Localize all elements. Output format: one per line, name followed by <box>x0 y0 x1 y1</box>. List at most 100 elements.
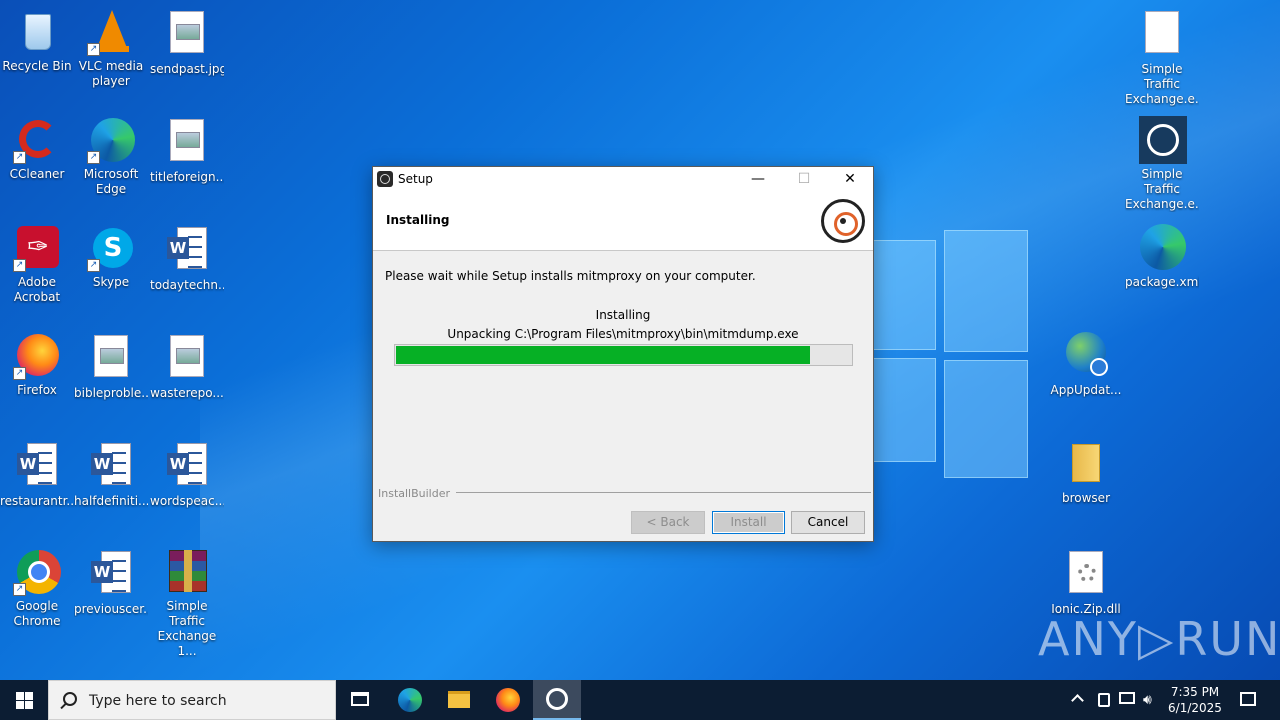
usb-device-icon <box>1098 693 1110 707</box>
tray-network-icon[interactable] <box>1116 680 1138 720</box>
desktop-icon-skype[interactable]: S ↗ Skype <box>74 224 148 290</box>
back-button[interactable]: < Back <box>631 511 705 534</box>
firefox-icon <box>496 688 520 712</box>
desktop-icon-vlc[interactable]: ↗ VLC media player <box>74 8 148 89</box>
word-doc-icon: W <box>13 443 61 491</box>
desktop-icon-label: Skype <box>92 275 130 289</box>
chevron-up-icon <box>1071 694 1084 707</box>
desktop-icon-simple-traffic-exchange-rar[interactable]: Simple Traffic Exchange 1... <box>150 548 224 659</box>
task-view-icon <box>351 692 369 706</box>
desktop-icon-label: Firefox <box>17 383 57 397</box>
start-button[interactable] <box>0 680 48 720</box>
desktop-icon-label: titleforeign.... <box>150 170 224 184</box>
skype-icon: S ↗ <box>87 224 135 272</box>
desktop-icon-label: AppUpdat... <box>1050 383 1122 397</box>
installbuilder-divider: InstallBuilder <box>378 487 871 500</box>
desktop-icon-ionic-zip-dll[interactable]: Ionic.Zip.dll <box>1049 548 1123 617</box>
acrobat-icon: ✑ ↗ <box>13 224 61 272</box>
desktop-icon-microsoft-edge[interactable]: ↗ Microsoft Edge <box>74 116 148 197</box>
image-file-icon <box>163 119 211 167</box>
desktop-icon-label: package.xml <box>1125 275 1199 289</box>
desktop-icon-label: previouscer... <box>74 602 148 616</box>
edge-icon <box>1138 224 1186 272</box>
desktop-icon-appupdat[interactable]: AppUpdat... <box>1049 332 1123 398</box>
desktop-icon-label: Simple Traffic Exchange 1... <box>157 599 217 658</box>
install-status: Installing <box>595 308 651 322</box>
desktop-icon-wasterepo[interactable]: wasterepo... <box>150 332 224 401</box>
search-icon <box>63 692 77 706</box>
winrar-icon <box>163 548 211 596</box>
image-file-icon <box>163 335 211 383</box>
dll-file-icon <box>1062 551 1110 599</box>
desktop-icon-adobe-acrobat[interactable]: ✑ ↗ Adobe Acrobat <box>0 224 74 305</box>
desktop-icon-halfdefiniti[interactable]: W halfdefiniti... <box>74 440 148 509</box>
desktop-icon-package-xml[interactable]: package.xml <box>1125 224 1199 290</box>
desktop-icon-ccleaner[interactable]: ↗ CCleaner <box>0 116 74 182</box>
desktop-icon-browser-folder[interactable]: browser <box>1049 440 1123 506</box>
taskbar-search-box[interactable]: Type here to search <box>48 680 336 720</box>
notification-icon <box>1240 692 1256 706</box>
desktop-icon-bibleproble[interactable]: bibleproble... <box>74 332 148 401</box>
window-title: Setup <box>398 172 433 186</box>
clock-date: 6/1/2025 <box>1168 701 1222 715</box>
maximize-button[interactable]: ☐ <box>781 167 827 191</box>
install-message: Please wait while Setup installs mitmpro… <box>385 269 756 283</box>
desktop-icon-firefox[interactable]: ↗ Firefox <box>0 332 74 398</box>
cancel-button[interactable]: Cancel <box>791 511 865 534</box>
globe-app-icon <box>1138 116 1187 164</box>
desktop-icon-label: Simple Traffic Exchange.e... <box>1125 62 1199 106</box>
taskbar-edge[interactable] <box>386 680 434 720</box>
clock-time: 7:35 PM <box>1170 685 1220 699</box>
window-titlebar[interactable]: Setup — ☐ ✕ <box>373 167 873 191</box>
show-hidden-icons-button[interactable] <box>1068 680 1090 720</box>
minimize-button[interactable]: — <box>735 167 781 191</box>
taskbar-firefox[interactable] <box>484 680 532 720</box>
folder-icon <box>448 691 470 708</box>
desktop-icon-label: wasterepo... <box>150 386 224 400</box>
blank-file-icon <box>1138 11 1186 59</box>
taskbar-clock[interactable]: 7:35 PM 6/1/2025 <box>1164 684 1226 716</box>
install-progress-bar <box>394 344 853 366</box>
mitmproxy-logo-icon <box>821 199 865 243</box>
close-button[interactable]: ✕ <box>827 167 873 191</box>
action-center-button[interactable] <box>1228 680 1268 720</box>
desktop-icon-label: browser <box>1061 491 1110 505</box>
taskbar: Type here to search 🔊︎ 7:35 PM 6/1/2025 <box>0 680 1280 720</box>
desktop-icon-previouscer[interactable]: W previouscer... <box>74 548 148 617</box>
desktop-icon-label: bibleproble... <box>74 386 148 400</box>
setup-header: Installing <box>373 191 873 251</box>
desktop-icon-label: Google Chrome <box>13 599 61 628</box>
tray-device-icon[interactable] <box>1094 680 1114 720</box>
desktop-icon-google-chrome[interactable]: ↗ Google Chrome <box>0 548 74 629</box>
desktop-icon-label: Simple Traffic Exchange.e... <box>1125 167 1199 211</box>
desktop-icon-todaytechn[interactable]: W todaytechn... <box>150 224 224 293</box>
installbuilder-brand: InstallBuilder <box>378 487 457 500</box>
desktop-icon-simple-traffic-exchange-exe-2[interactable]: Simple Traffic Exchange.e... <box>1125 116 1199 212</box>
setup-window: Setup — ☐ ✕ Installing Please wait while… <box>372 166 874 542</box>
chrome-icon: ↗ <box>13 548 61 596</box>
install-button[interactable]: Install <box>712 511 785 534</box>
image-file-icon <box>87 335 135 383</box>
desktop-icon-restaurantr[interactable]: W restaurantr... <box>0 440 74 509</box>
install-detail: Unpacking C:\Program Files\mitmproxy\bin… <box>447 327 799 341</box>
desktop-icon-label: restaurantr... <box>0 494 74 508</box>
desktop-icon-label: VLC media player <box>78 59 144 88</box>
anyrun-watermark: ANY▷RUN <box>1038 612 1280 666</box>
desktop-icon-sendpast[interactable]: sendpast.jpg <box>150 8 224 77</box>
taskbar-setup-active[interactable] <box>533 680 581 720</box>
word-doc-icon: W <box>87 551 135 599</box>
task-view-button[interactable] <box>336 680 384 720</box>
desktop-icon-label: Recycle Bin <box>2 59 72 73</box>
tray-volume-icon[interactable]: 🔊︎ <box>1140 680 1162 720</box>
folder-icon <box>1062 440 1110 488</box>
desktop-icon-simple-traffic-exchange-exe-1[interactable]: Simple Traffic Exchange.e... <box>1125 8 1199 107</box>
image-file-icon <box>163 11 211 59</box>
search-placeholder: Type here to search <box>89 693 227 709</box>
ccleaner-icon: ↗ <box>13 116 61 164</box>
desktop-icon-recycle-bin[interactable]: Recycle Bin <box>0 8 74 74</box>
mitmproxy-app-icon <box>546 688 568 710</box>
desktop-icon-wordspeac[interactable]: W wordspeac... <box>150 440 224 509</box>
desktop-icon-titleforeign[interactable]: titleforeign.... <box>150 116 224 185</box>
globe-update-icon <box>1062 332 1110 380</box>
taskbar-file-explorer[interactable] <box>435 680 483 720</box>
